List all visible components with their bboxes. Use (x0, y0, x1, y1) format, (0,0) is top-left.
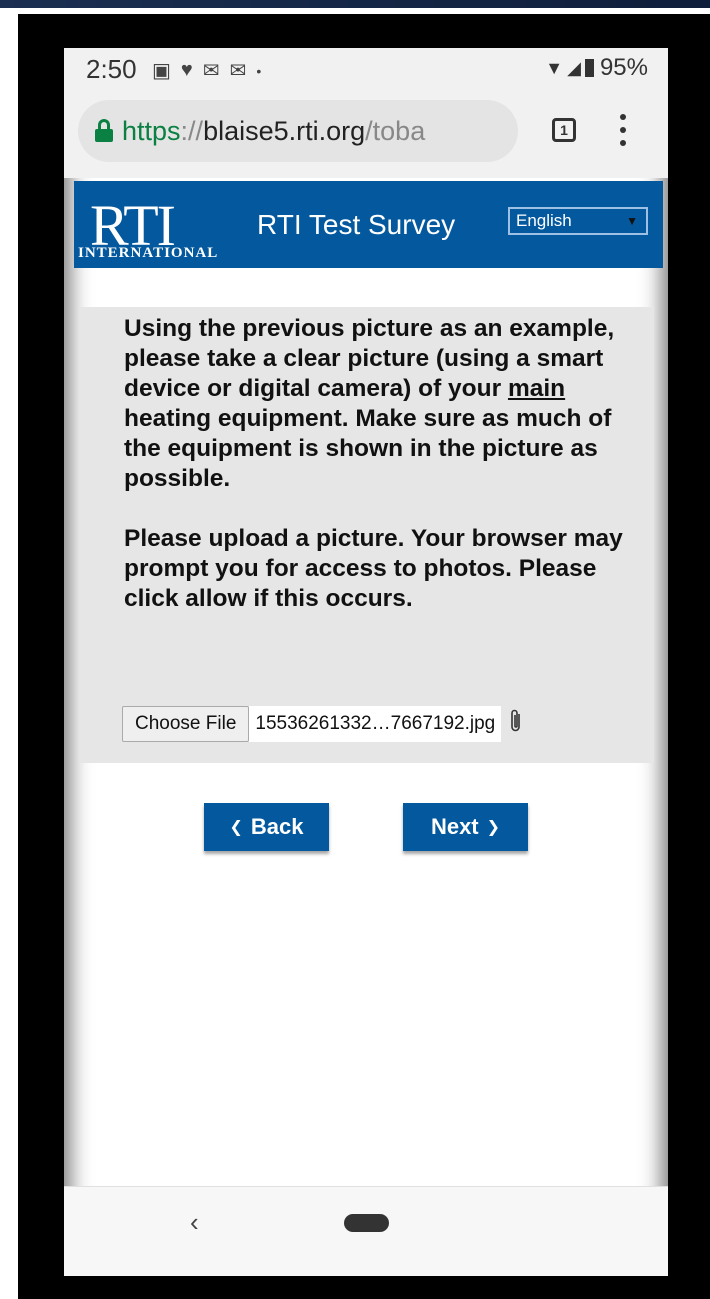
next-label: Next (430, 814, 479, 839)
signal-icon: ◢ (567, 57, 581, 78)
heart-icon: ♥ (180, 59, 193, 81)
home-pill-icon[interactable] (344, 1214, 389, 1232)
system-icons: ▼ ◢ 95% (545, 54, 648, 82)
phone-screen: 2:50 ▣ ♥ ✉ ✉ • ▼ ◢ 95% https://blaise5.r… (64, 48, 668, 1276)
question-instruction: Using the previous picture as an example… (124, 314, 624, 494)
notification-icons: ▣ ♥ ✉ ✉ • (152, 58, 261, 83)
dot-icon: • (256, 62, 262, 79)
top-strip (0, 0, 710, 8)
chevron-right-icon: ❯ (486, 819, 501, 836)
url-text[interactable]: https://blaise5.rti.org/toba (122, 116, 425, 147)
survey-title: RTI Test Survey (257, 209, 456, 240)
question-text-part: heating equipment. Make sure as much of … (124, 405, 612, 492)
battery-icon (584, 59, 594, 77)
question-text: Using the previous picture as an example… (124, 314, 624, 614)
url-path: /toba (365, 115, 426, 146)
emphasis-main: main (507, 375, 566, 402)
rti-logo: RTI INTERNATIONAL (76, 189, 246, 263)
url-scheme: https (122, 115, 181, 146)
choose-file-button[interactable]: Choose File (122, 706, 250, 742)
back-label: Back (250, 814, 304, 839)
status-bar: 2:50 ▣ ♥ ✉ ✉ • ▼ ◢ 95% (64, 48, 668, 96)
language-select[interactable]: English ▼ (508, 207, 648, 235)
mail-icon: ✉ (229, 60, 247, 82)
file-upload-field[interactable]: Choose File 15536261332…7667192.jpg (122, 705, 523, 743)
system-back-icon[interactable]: ‹ (190, 1207, 199, 1238)
lock-icon (94, 119, 114, 143)
paperclip-icon (509, 708, 523, 740)
selected-file-name: 15536261332…7667192.jpg (249, 706, 502, 742)
tab-switcher-icon[interactable]: 1 (552, 118, 576, 142)
battery-percent: 95% (599, 54, 648, 81)
gmail-icon: ✉ (202, 60, 220, 82)
address-bar[interactable]: https://blaise5.rti.org/toba (78, 100, 518, 162)
overflow-menu-icon[interactable] (618, 114, 628, 146)
logo-subtitle: INTERNATIONAL (78, 245, 219, 261)
site-header: RTI INTERNATIONAL RTI Test Survey Englis… (74, 181, 663, 268)
android-navigation-bar: ‹ (64, 1186, 668, 1276)
wifi-icon: ▼ (545, 57, 564, 78)
url-separator: :// (180, 115, 204, 146)
chevron-left-icon: ❮ (229, 819, 243, 836)
question-panel: Using the previous picture as an example… (80, 307, 654, 763)
tab-count: 1 (560, 122, 568, 138)
language-value: English (516, 211, 572, 230)
dropdown-arrow-icon: ▼ (626, 214, 638, 228)
status-time: 2:50 (86, 54, 137, 84)
url-host: blaise5.rti.org (203, 115, 366, 146)
browser-toolbar: https://blaise5.rti.org/toba 1 (64, 96, 668, 178)
image-icon: ▣ (152, 60, 171, 82)
next-button[interactable]: Next ❯ (403, 803, 528, 851)
upload-instruction: Please upload a picture. Your browser ma… (124, 525, 623, 612)
back-button[interactable]: ❮ Back (204, 803, 329, 851)
